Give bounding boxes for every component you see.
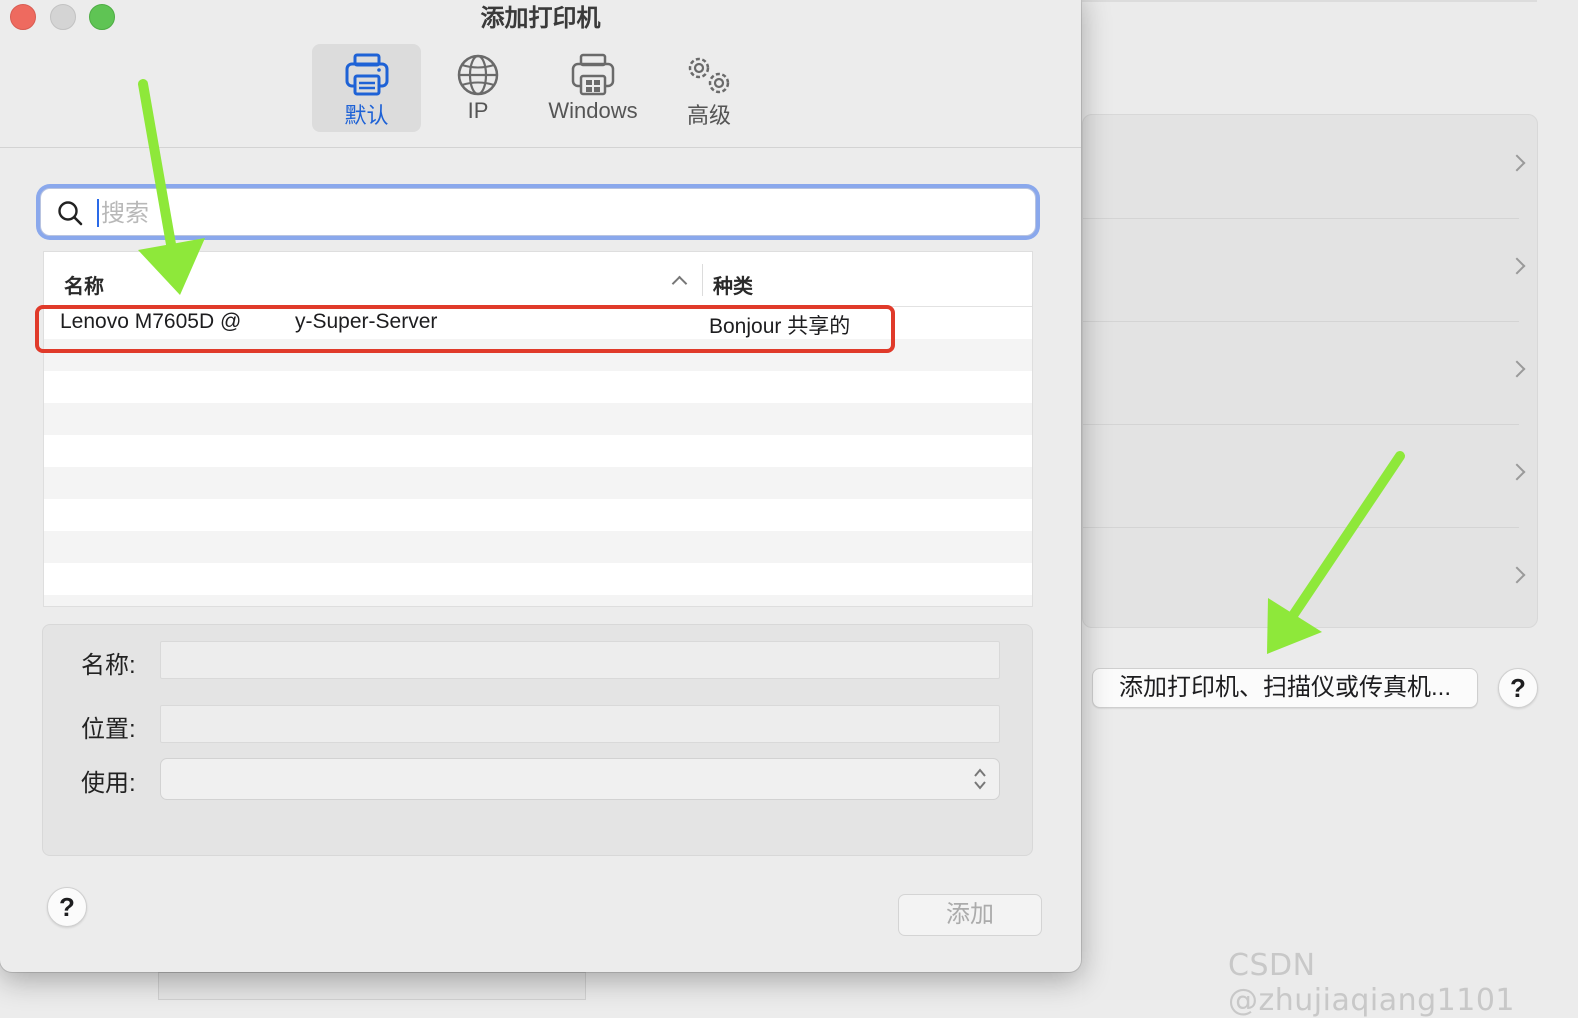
search-input[interactable] (99, 195, 1003, 233)
column-header-name[interactable]: 名称 (64, 270, 104, 299)
location-label: 位置: (81, 716, 136, 743)
search-field[interactable] (40, 188, 1036, 236)
watermark: CSDN @zhujiaqiang1101 (1228, 948, 1515, 1018)
tab-ip[interactable]: IP (432, 44, 524, 132)
table-row-empty (44, 403, 1032, 435)
name-field[interactable] (160, 641, 1000, 679)
windows-printer-icon (571, 53, 615, 96)
tab-windows[interactable]: Windows (537, 44, 649, 132)
tab-default-label: 默认 (344, 103, 389, 128)
background-printer-list (1082, 114, 1538, 628)
dialog-title: 添加打印机 (480, 5, 601, 32)
name-label: 名称: (81, 652, 136, 679)
background-list-row[interactable] (1083, 527, 1526, 630)
driver-select[interactable] (160, 758, 1000, 800)
background-list-row[interactable] (1083, 321, 1526, 425)
table-row-empty (44, 499, 1032, 531)
background-list-row[interactable] (1083, 115, 1526, 219)
table-row-empty (44, 371, 1032, 403)
background-list-row[interactable] (1083, 424, 1526, 528)
tab-advanced-label: 高级 (686, 103, 731, 128)
table-row-empty (44, 563, 1032, 595)
search-icon (58, 201, 83, 226)
chevron-right-icon (1508, 154, 1526, 172)
tab-default[interactable]: 默认 (312, 44, 421, 132)
background-list-row[interactable] (1083, 218, 1526, 322)
printer-icon (345, 53, 388, 96)
dialog-help-button[interactable]: ? (47, 887, 87, 927)
table-header: 名称 种类 (44, 252, 1032, 307)
background-divider (1082, 0, 1537, 2)
column-separator[interactable] (702, 264, 703, 296)
selected-printer-highlight (35, 305, 895, 353)
location-field[interactable] (160, 705, 1000, 743)
sort-ascending-icon (671, 275, 688, 292)
printer-details-form: 名称: 位置: 使用: (42, 624, 1033, 856)
table-row-empty (44, 467, 1032, 499)
background-help-button[interactable]: ? (1498, 668, 1538, 708)
globe-icon (457, 54, 499, 96)
add-printer-dialog: 添加打印机 默认 IP Windows 高级 搜索 名称 种类 Lenovo M… (0, 0, 1081, 972)
dialog-toolbar: 添加打印机 默认 IP Windows 高级 (0, 0, 1081, 148)
chevron-right-icon (1508, 360, 1526, 378)
updown-chevron-icon (974, 768, 986, 790)
table-row-empty (44, 435, 1032, 467)
add-button[interactable]: 添加 (898, 894, 1042, 936)
tab-advanced[interactable]: 高级 (662, 44, 756, 132)
chevron-right-icon (1508, 257, 1526, 275)
column-header-kind[interactable]: 种类 (713, 270, 753, 299)
background-window-edge (158, 972, 586, 1000)
add-printer-scanner-fax-button[interactable]: 添加打印机、扫描仪或传真机... (1092, 668, 1478, 708)
chevron-right-icon (1508, 566, 1526, 584)
tab-windows-label: Windows (548, 98, 638, 123)
tab-ip-label: IP (467, 98, 489, 123)
chevron-right-icon (1508, 463, 1526, 481)
table-row-empty (44, 595, 1032, 606)
use-label: 使用: (81, 770, 136, 797)
gears-icon (688, 57, 730, 94)
table-row-empty (44, 531, 1032, 563)
